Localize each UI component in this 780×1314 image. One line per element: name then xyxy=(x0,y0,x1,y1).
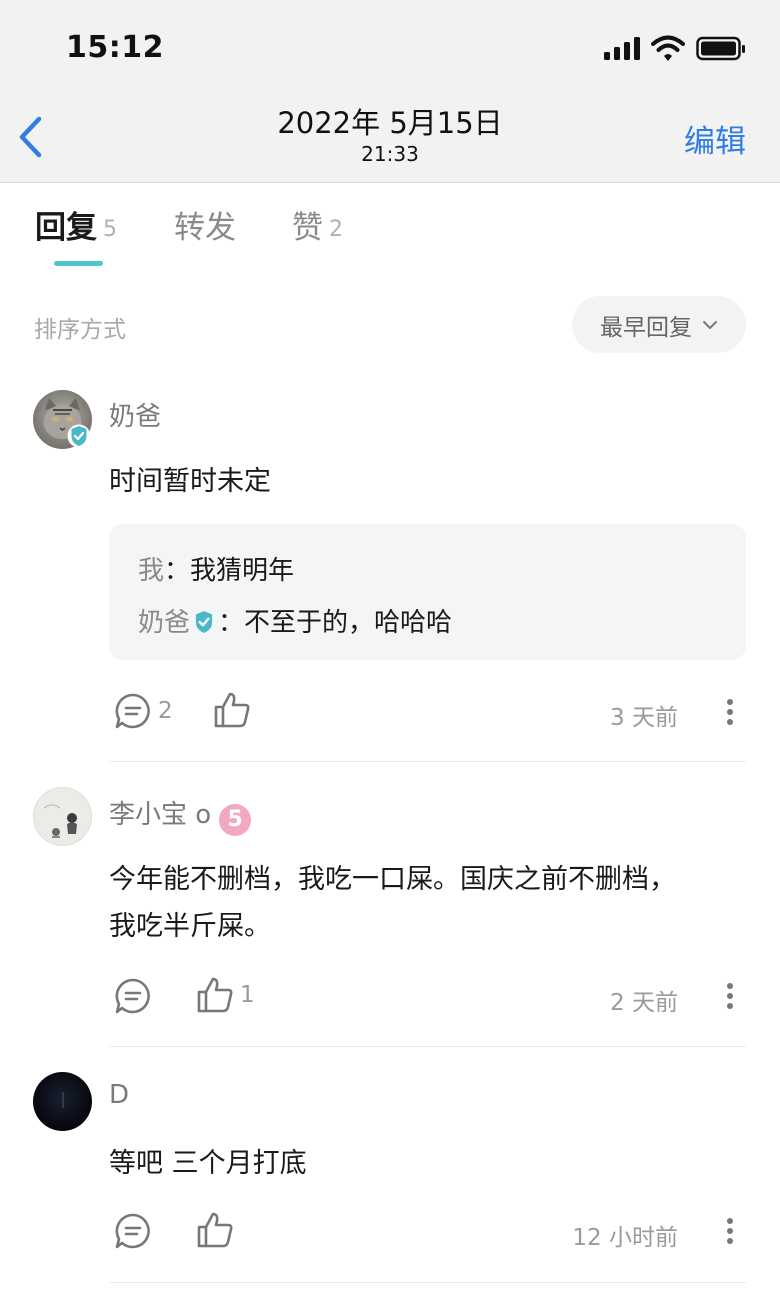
avatar[interactable] xyxy=(33,1072,92,1131)
comment-bubble-icon xyxy=(115,693,150,729)
tab-replies[interactable]: 回复 5 xyxy=(35,202,117,247)
like-button[interactable]: 1 xyxy=(196,975,255,1015)
user-name[interactable]: D xyxy=(109,1080,129,1110)
more-options-icon[interactable] xyxy=(726,982,734,1010)
navigation-bar: 15:12 2022年 5月15日 21:33 编辑 xyxy=(0,0,780,183)
comment-text: 等吧 三个月打底 xyxy=(109,1148,307,1179)
thumbs-up-icon xyxy=(197,1212,233,1248)
page-title: 2022年 5月15日 xyxy=(277,106,503,140)
avatar[interactable] xyxy=(33,787,92,846)
divider xyxy=(109,1282,746,1283)
comment-time: 3 天前 xyxy=(610,705,678,731)
comment-bubble-icon xyxy=(115,978,150,1014)
reply-button[interactable] xyxy=(114,976,152,1016)
tab-label: 回复 xyxy=(35,210,97,246)
sort-selected: 最早回复 xyxy=(600,314,692,341)
tab-label: 转发 xyxy=(174,210,236,246)
tab-count: 2 xyxy=(329,217,343,242)
back-chevron-icon[interactable] xyxy=(16,114,46,160)
comment-text-line: 我吃半斤屎。 xyxy=(109,911,271,942)
dark-avatar-icon xyxy=(62,1092,64,1108)
tab-label: 赞 xyxy=(292,210,323,246)
sort-dropdown[interactable]: 最早回复 xyxy=(572,296,746,353)
comment-time: 2 天前 xyxy=(610,990,678,1016)
wifi-icon xyxy=(651,35,685,61)
more-options-icon[interactable] xyxy=(726,1217,734,1245)
reply-text: 不至于的，哈哈哈 xyxy=(244,608,453,638)
user-name-row[interactable]: 李小宝 o5 xyxy=(109,794,252,836)
sort-label: 排序方式 xyxy=(34,317,126,343)
comment-time: 12 小时前 xyxy=(572,1225,678,1251)
like-count: 1 xyxy=(240,982,255,1008)
battery-icon xyxy=(696,36,745,61)
status-time: 15:12 xyxy=(66,30,164,65)
divider xyxy=(109,1046,746,1047)
edit-button[interactable]: 编辑 xyxy=(684,116,746,161)
comment-text-line: 今年能不删档，我吃一口屎。国庆之前不删档， xyxy=(109,864,676,895)
thumbs-up-icon xyxy=(214,692,250,728)
divider xyxy=(109,761,746,762)
reply-author: 奶爸 xyxy=(138,608,191,638)
page-subtitle-time: 21:33 xyxy=(361,142,419,166)
reply-separator: ： xyxy=(218,608,245,638)
status-icons xyxy=(604,34,745,64)
comment-bubble-icon xyxy=(115,1213,150,1249)
cellular-signal-icon xyxy=(604,37,640,60)
verified-badge-icon xyxy=(195,611,213,633)
comment-text: 今年能不删档，我吃一口屎。国庆之前不删档， 我吃半斤屎。 xyxy=(109,856,749,950)
comment-text: 时间暂时未定 xyxy=(109,466,271,497)
reply-line: 奶爸 ：不至于的，哈哈哈 xyxy=(138,602,452,639)
like-button[interactable] xyxy=(196,1210,234,1250)
thumbs-up-icon xyxy=(197,977,233,1013)
reply-author: 我 xyxy=(138,556,165,586)
verified-badge-icon xyxy=(67,424,91,448)
reply-line: 我：我猜明年 xyxy=(138,550,294,587)
chevron-down-icon xyxy=(703,320,717,329)
tab-reposts[interactable]: 转发 xyxy=(174,202,236,247)
reply-text: 我猜明年 xyxy=(190,556,295,586)
like-button[interactable] xyxy=(213,690,251,730)
user-name: 李小宝 o xyxy=(109,800,212,830)
illustration-avatar-icon xyxy=(43,804,77,838)
tab-likes[interactable]: 赞2 xyxy=(292,202,343,247)
tab-count: 5 xyxy=(103,217,117,242)
active-tab-indicator xyxy=(54,261,103,266)
reply-button[interactable]: 2 xyxy=(114,691,173,731)
level-badge: 5 xyxy=(219,804,252,836)
reply-button[interactable] xyxy=(114,1211,152,1251)
user-name[interactable]: 奶爸 xyxy=(109,396,161,433)
reply-separator: ： xyxy=(164,556,191,586)
reply-thread[interactable]: 我：我猜明年 奶爸 ：不至于的，哈哈哈 xyxy=(109,524,746,660)
more-options-icon[interactable] xyxy=(726,698,734,726)
reply-count: 2 xyxy=(158,698,173,724)
